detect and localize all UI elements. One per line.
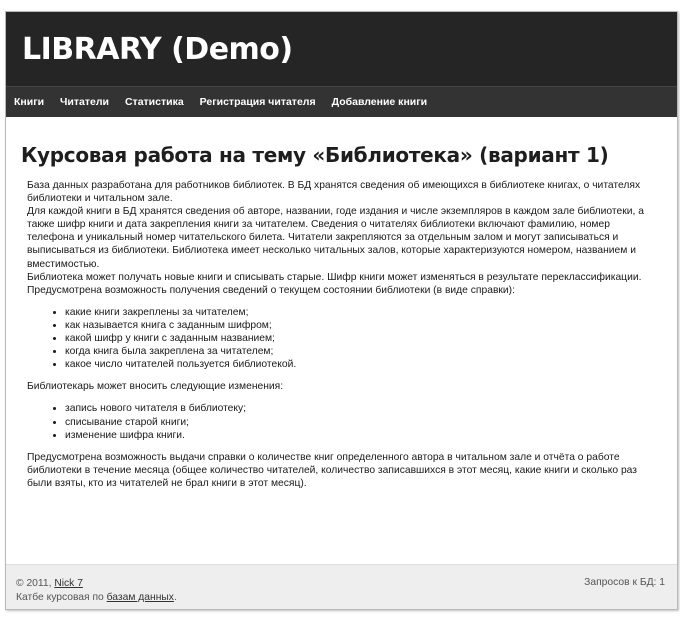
paragraph: Библиотекарь может вносить следующие изм… (27, 381, 284, 393)
nav-item-readers[interactable]: Читатели (60, 96, 109, 108)
author-link[interactable]: Nick 7 (54, 578, 83, 589)
list-item: списывание старой книги; (65, 416, 655, 429)
nav-item-reader-registration[interactable]: Регистрация читателя (200, 96, 316, 108)
footer-credits: © 2011, Nick 7 Катбе курсовая по базам д… (16, 577, 177, 604)
paragraph: Предусмотрена возможность получения свед… (27, 284, 515, 296)
reports-list: какие книги закреплены за читателем; как… (27, 306, 655, 371)
changes-list: запись нового читателя в библиотеку; спи… (27, 402, 655, 441)
site-footer: © 2011, Nick 7 Катбе курсовая по базам д… (6, 564, 677, 609)
paragraph: Для каждой книги в БД хранятся сведения … (27, 206, 644, 270)
list-item: какое число читателей пользуется библиот… (65, 358, 655, 371)
main-nav: Книги Читатели Статистика Регистрация чи… (6, 86, 677, 117)
query-counter: Запросов к БД: 1 (584, 577, 665, 588)
footer-text-end: . (173, 591, 177, 603)
list-item: когда книга была закреплена за читателем… (65, 345, 655, 358)
list-item: запись нового читателя в библиотеку; (65, 402, 655, 415)
nav-item-statistics[interactable]: Статистика (125, 96, 184, 108)
page-frame: LIBRARY (Demo) Книги Читатели Статистика… (5, 11, 678, 610)
description-text: База данных разработана для работников б… (21, 179, 655, 490)
list-item: какие книги закреплены за читателем; (65, 306, 655, 319)
page-title: Курсовая работа на тему «Библиотека» (ва… (21, 143, 609, 167)
list-item: изменение шифра книги. (65, 429, 655, 442)
nav-item-add-book[interactable]: Добавление книги (332, 96, 427, 108)
main-content: Курсовая работа на тему «Библиотека» (ва… (6, 117, 677, 490)
paragraph: База данных разработана для работников б… (27, 180, 641, 205)
site-header: LIBRARY (Demo) (6, 12, 677, 86)
copyright-text: © 2011, (16, 578, 55, 589)
databases-link[interactable]: базам данных (107, 592, 174, 603)
nav-item-books[interactable]: Книги (14, 96, 44, 108)
paragraph: Библиотека может получать новые книги и … (27, 271, 642, 283)
list-item: как называется книга с заданным шифром; (65, 319, 655, 332)
list-item: какой шифр у книги с заданным названием; (65, 332, 655, 345)
paragraph: Предусмотрена возможность выдачи справки… (27, 451, 637, 489)
footer-text: Катбе курсовая по (16, 591, 107, 603)
site-title: LIBRARY (Demo) (22, 32, 293, 67)
